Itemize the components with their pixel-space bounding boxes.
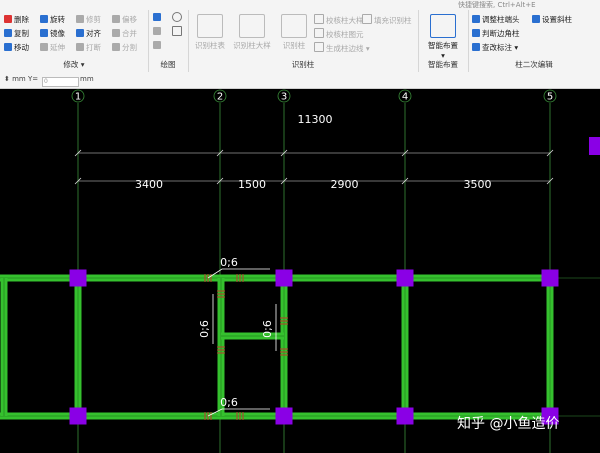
group-column-edit: 调整柱端头 设置斜柱 判断边角柱 查改标注 ▾ 柱二次编辑 bbox=[468, 10, 600, 72]
modify-merge-button[interactable]: 合并 bbox=[112, 28, 137, 40]
group-edit2-label: 柱二次编辑 bbox=[515, 60, 553, 69]
group-smart-layout: 智能布置 ▾ 智能布置 bbox=[418, 10, 469, 72]
column-icon bbox=[281, 14, 307, 38]
judge-corner-column-button[interactable]: 判断边角柱 bbox=[472, 28, 520, 40]
modify-mirror-button[interactable]: 镜像 bbox=[40, 28, 65, 40]
smart-layout-icon bbox=[430, 14, 456, 38]
arc-tool-button[interactable] bbox=[153, 40, 163, 52]
column bbox=[275, 407, 293, 425]
modify-copy-button[interactable]: 复制 bbox=[4, 28, 29, 40]
column bbox=[541, 269, 559, 287]
axis-label: 5 bbox=[547, 92, 553, 103]
axis-label: 2 bbox=[217, 92, 223, 103]
y-unit-label: mm bbox=[80, 75, 94, 83]
group-identify-column: 识别柱表 识别柱大样 识别柱 校核柱大样 填充识别柱 校核柱图元 生成柱边线 ▾… bbox=[188, 10, 419, 72]
axis-label: 4 bbox=[402, 92, 408, 103]
modify-trim-button[interactable]: 修剪 bbox=[76, 14, 101, 26]
mirror-icon bbox=[40, 29, 48, 37]
offset-icon bbox=[112, 15, 120, 23]
group-draw-label: 绘图 bbox=[160, 60, 176, 69]
x-unit-label: ⬍ mm Y= bbox=[4, 75, 39, 83]
column-table-icon bbox=[197, 14, 223, 38]
dim-total-label: 11300 bbox=[298, 113, 333, 126]
adjust-column-end-button[interactable]: 调整柱端头 bbox=[472, 14, 520, 26]
ribbon: 快捷键搜索, Ctrl+Alt+E 删除 旋转 修剪 偏移复制 镜像 对齐 合并移动 延伸 打断… bbox=[0, 0, 600, 73]
group-identify-label: 识别柱 bbox=[291, 60, 315, 69]
break-icon bbox=[76, 43, 84, 51]
trim-icon bbox=[76, 15, 84, 23]
group-modify-label: 修改 ▾ bbox=[63, 60, 85, 69]
circle-tool-button[interactable] bbox=[172, 12, 184, 24]
wall-label: 0;6 bbox=[261, 320, 274, 338]
identify-column-button[interactable]: 识别柱 bbox=[274, 12, 314, 51]
coordinate-bar: ⬍ mm Y= 0 mm bbox=[0, 72, 600, 89]
modify-move-button[interactable]: 移动 bbox=[4, 42, 29, 54]
identify-column-table-button[interactable]: 识别柱表 bbox=[190, 12, 230, 51]
dim-span-label: 3400 bbox=[135, 178, 163, 191]
column bbox=[275, 269, 293, 287]
floor-plan-svg: 1 2 3 4 5 11300 3400 1500 2900 3500 0;6 0;6 0;6 0;6 bbox=[0, 89, 600, 453]
group-modify: 删除 旋转 修剪 偏移复制 镜像 对齐 合并移动 延伸 打断 分割 修改 ▾ bbox=[0, 10, 149, 72]
modify-rotate-button[interactable]: 旋转 bbox=[40, 14, 65, 26]
watermark: 知乎 @小鱼造价 bbox=[457, 416, 560, 432]
merge-icon bbox=[112, 29, 120, 37]
wall-label: 0;6 bbox=[198, 320, 211, 338]
dim-span-label: 3500 bbox=[464, 178, 492, 191]
column bbox=[396, 269, 414, 287]
modify-offset-button[interactable]: 偏移 bbox=[112, 14, 137, 26]
check-column-detail-button[interactable]: 校核柱大样 bbox=[314, 14, 364, 26]
rotate-icon bbox=[40, 15, 48, 23]
wall-label: 0;6 bbox=[220, 256, 238, 269]
check-edit-label-button[interactable]: 查改标注 ▾ bbox=[472, 42, 518, 54]
column bbox=[69, 269, 87, 287]
line-tool-button[interactable] bbox=[153, 26, 163, 38]
split-icon bbox=[112, 43, 120, 51]
smart-layout-button[interactable]: 智能布置 ▾ bbox=[423, 12, 463, 60]
identify-column-detail-button[interactable]: 识别柱大样 bbox=[232, 12, 272, 51]
y-input[interactable]: 0 bbox=[42, 75, 79, 87]
move-icon bbox=[4, 43, 12, 51]
extend-icon bbox=[40, 43, 48, 51]
modify-align-button[interactable]: 对齐 bbox=[76, 28, 101, 40]
quick-search-input[interactable]: 快捷键搜索, Ctrl+Alt+E bbox=[458, 0, 600, 10]
drawing-canvas[interactable]: 1 2 3 4 5 11300 3400 1500 2900 3500 0;6 0;6 0;6 0;6 bbox=[0, 89, 600, 453]
column bbox=[396, 407, 414, 425]
modify-extend-button[interactable]: 延伸 bbox=[40, 42, 65, 54]
axis-label: 1 bbox=[75, 92, 81, 103]
delete-icon bbox=[4, 15, 12, 23]
modify-split-button[interactable]: 分割 bbox=[112, 42, 137, 54]
column bbox=[69, 407, 87, 425]
set-inclined-column-button[interactable]: 设置斜柱 bbox=[532, 14, 572, 26]
copy-icon bbox=[4, 29, 12, 37]
group-smart-label: 智能布置 bbox=[428, 60, 458, 69]
modify-break-button[interactable]: 打断 bbox=[76, 42, 101, 54]
modify-delete-button[interactable]: 删除 bbox=[4, 14, 29, 26]
fill-identify-column-button[interactable]: 填充识别柱 bbox=[362, 14, 412, 26]
group-draw: 绘图 bbox=[148, 10, 189, 72]
select-tool-button[interactable] bbox=[153, 12, 163, 24]
dim-span-label: 1500 bbox=[238, 178, 266, 191]
wall-label: 0;6 bbox=[220, 396, 238, 409]
dim-span-label: 2900 bbox=[331, 178, 359, 191]
generate-column-edge-button[interactable]: 生成柱边线 ▾ bbox=[314, 42, 370, 54]
axis-label: 3 bbox=[281, 92, 287, 103]
column-detail-icon bbox=[239, 14, 265, 38]
rect-tool-button[interactable] bbox=[172, 26, 184, 38]
align-icon bbox=[76, 29, 84, 37]
column-partial bbox=[589, 137, 600, 155]
check-column-element-button[interactable]: 校核柱图元 bbox=[314, 28, 364, 40]
